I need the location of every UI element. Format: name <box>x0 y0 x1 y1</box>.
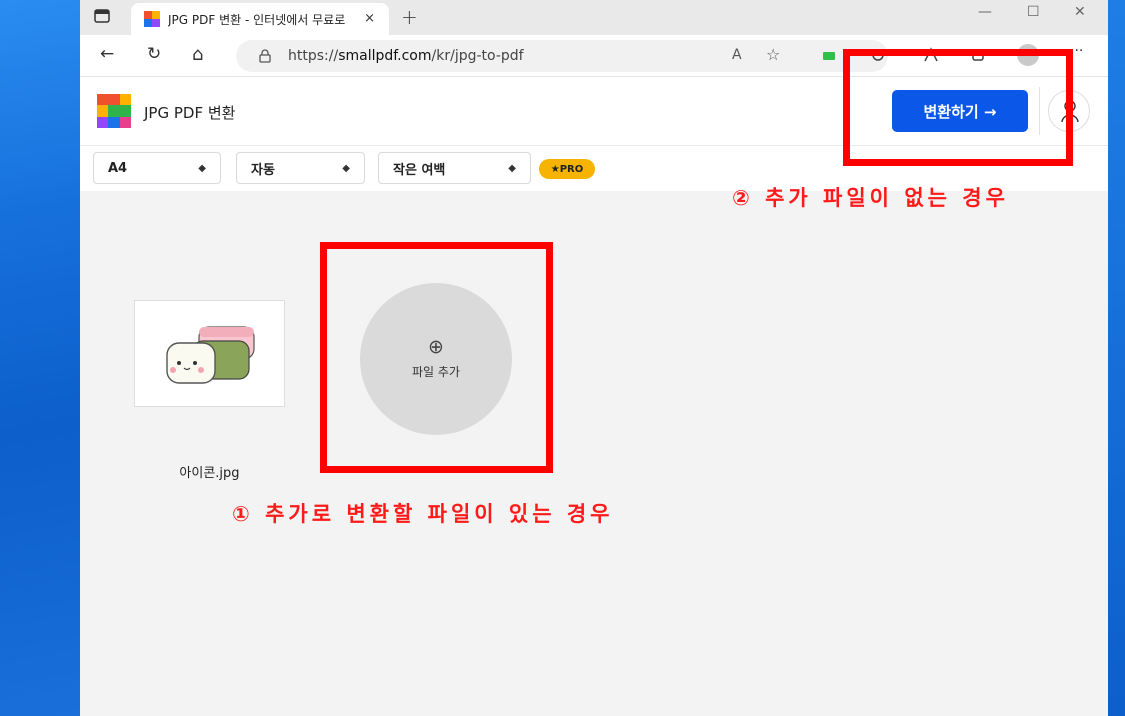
smallpdf-logo-icon <box>97 94 131 128</box>
home-icon[interactable]: ⌂ <box>192 44 203 65</box>
annotation-box-convert <box>843 49 1073 166</box>
pro-badge[interactable]: ★PRO <box>539 159 595 179</box>
address-bar[interactable]: https://smallpdf.com/kr/jpg-to-pdf A ☆ <box>236 40 888 72</box>
select-arrows-icon: ◆ <box>198 162 206 174</box>
browser-window: JPG PDF 변환 - 인터넷에서 무료로 × + — ☐ ✕ ← ↻ ⌂ h… <box>80 0 1108 716</box>
file-thumbnail[interactable] <box>134 300 285 407</box>
tofu-character-image <box>166 326 255 384</box>
orientation-select[interactable]: 자동 ◆ <box>236 152 365 184</box>
lock-icon <box>259 49 271 63</box>
annotation-case-one: ① 추가로 변환할 파일이 있는 경우 <box>232 502 614 526</box>
page-size-value: A4 <box>108 160 128 176</box>
orientation-value: 자동 <box>251 162 275 178</box>
minimize-button[interactable]: — <box>978 4 992 20</box>
maximize-button[interactable]: ☐ <box>1027 4 1040 20</box>
tab-strip: JPG PDF 변환 - 인터넷에서 무료로 × + — ☐ ✕ <box>80 0 1108 35</box>
margin-select[interactable]: 작은 여백 ◆ <box>378 152 531 184</box>
browser-tab-active[interactable]: JPG PDF 변환 - 인터넷에서 무료로 × <box>131 3 389 35</box>
read-aloud-icon[interactable]: A <box>732 47 742 63</box>
select-arrows-icon: ◆ <box>508 162 516 174</box>
new-tab-button[interactable]: + <box>401 5 418 29</box>
annotation-box-add-file <box>320 242 553 473</box>
extension-green-icon[interactable] <box>822 47 838 63</box>
url-text: https://smallpdf.com/kr/jpg-to-pdf <box>288 48 524 64</box>
back-arrow-icon[interactable]: ← <box>100 44 114 64</box>
reload-icon[interactable]: ↻ <box>147 44 161 64</box>
page-size-select[interactable]: A4 ◆ <box>93 152 221 184</box>
select-arrows-icon: ◆ <box>342 162 350 174</box>
file-name-label: 아이콘.jpg <box>179 466 240 481</box>
tab-title: JPG PDF 변환 - 인터넷에서 무료로 <box>168 12 346 27</box>
annotation-case-two: ② 추가 파일이 없는 경우 <box>732 186 1009 210</box>
page-title: JPG PDF 변환 <box>144 104 236 122</box>
tab-close-icon[interactable]: × <box>364 11 375 26</box>
desktop-background-right <box>1108 0 1125 716</box>
smallpdf-favicon-icon <box>144 11 160 27</box>
margin-value: 작은 여백 <box>393 162 446 178</box>
desktop-background-left <box>0 0 80 716</box>
file-workspace: 아이콘.jpg ⊕ 파일 추가 <box>80 191 1108 716</box>
close-window-button[interactable]: ✕ <box>1074 4 1086 20</box>
favorite-star-icon[interactable]: ☆ <box>766 45 780 64</box>
tab-actions-icon[interactable] <box>94 9 112 25</box>
